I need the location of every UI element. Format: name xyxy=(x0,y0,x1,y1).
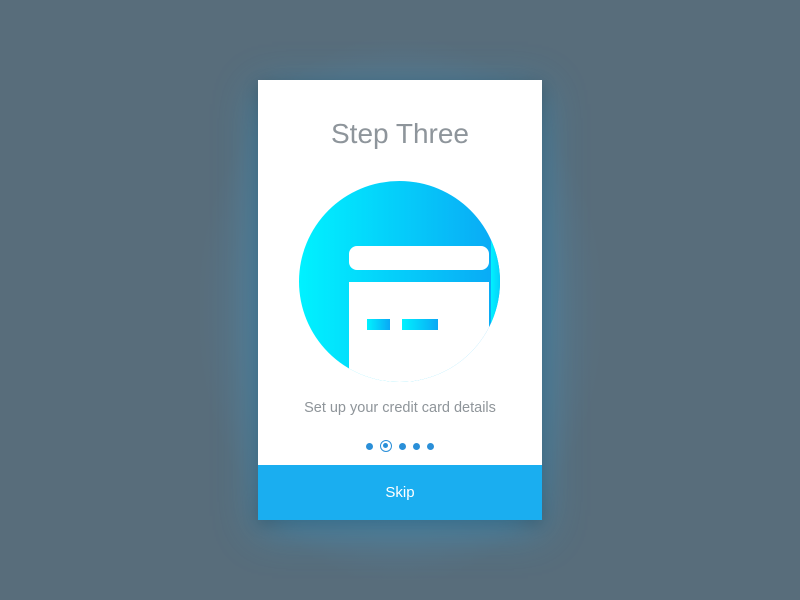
page-title: Step Three xyxy=(330,118,470,149)
skip-button[interactable]: Skip xyxy=(258,465,542,520)
page-dot[interactable] xyxy=(399,442,406,450)
page-dot[interactable] xyxy=(366,442,373,450)
page-dot[interactable] xyxy=(413,442,420,450)
page-dot[interactable] xyxy=(427,442,434,450)
credit-card-icon xyxy=(299,181,500,382)
page-indicator xyxy=(258,439,542,453)
page-subtitle: Set up your credit card details xyxy=(304,400,496,416)
onboarding-card: Step Three Set up your credit card detai… xyxy=(258,80,542,520)
page-dot-active[interactable] xyxy=(380,440,392,452)
